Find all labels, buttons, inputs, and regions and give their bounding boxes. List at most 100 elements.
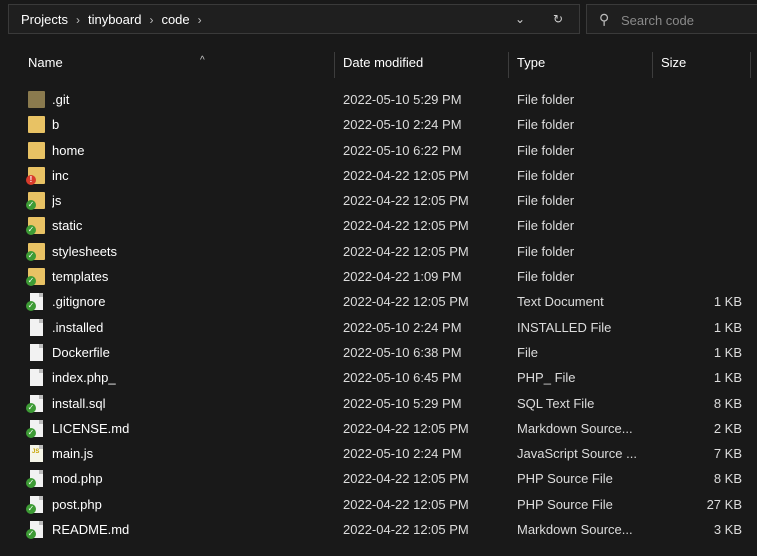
refresh-button[interactable]: ↻	[547, 9, 569, 29]
file-row[interactable]: index.php_ 2022-05-10 6:45 PM PHP_ File 1 K…	[0, 365, 757, 390]
js-file-icon	[30, 445, 43, 463]
file-list: .git 2022-05-10 5:29 PM File folder b 2022-0…	[0, 87, 757, 542]
file-type: File folder	[517, 142, 575, 158]
file-type: File folder	[517, 167, 575, 183]
file-size: 1 KB	[713, 319, 742, 335]
sync-status-icon: ✓	[26, 529, 36, 540]
file-icon	[30, 369, 43, 387]
column-divider[interactable]	[750, 52, 751, 78]
file-row[interactable]: ✓ post.php 2022-04-22 12:05 PM PHP Source F…	[0, 492, 757, 517]
breadcrumb-code[interactable]: code	[161, 12, 189, 27]
file-size: 7 KB	[713, 446, 742, 462]
file-row[interactable]: ✓ templates 2022-04-22 1:09 PM File folder	[0, 264, 757, 289]
column-divider[interactable]	[334, 52, 335, 78]
file-type: PHP Source File	[517, 496, 613, 512]
file-name: README.md	[52, 522, 130, 538]
file-name: Dockerfile	[52, 344, 110, 360]
file-date-modified: 2022-04-22 12:05 PM	[343, 218, 469, 234]
breadcrumb: Projects › tinyboard › code ›	[21, 12, 210, 27]
sync-status-icon: ✓	[26, 402, 36, 413]
file-row[interactable]: main.js 2022-05-10 2:24 PM JavaScript Sour…	[0, 441, 757, 466]
file-name: post.php	[52, 496, 102, 512]
breadcrumb-tinyboard[interactable]: tinyboard	[88, 12, 141, 27]
search-box[interactable]: ⚲	[586, 4, 757, 34]
file-name: js	[52, 193, 62, 209]
refresh-icon: ↻	[552, 12, 564, 26]
file-name: index.php_	[52, 370, 116, 386]
file-date-modified: 2022-05-10 5:29 PM	[343, 92, 462, 107]
search-icon: ⚲	[599, 11, 610, 27]
file-date-modified: 2022-05-10 6:45 PM	[343, 370, 462, 386]
breadcrumb-projects[interactable]: Projects	[21, 12, 68, 27]
file-size: 1 KB	[713, 294, 742, 310]
file-row[interactable]: ✓ .gitignore 2022-04-22 12:05 PM Text Docum…	[0, 289, 757, 314]
file-date-modified: 2022-05-10 2:24 PM	[343, 319, 462, 335]
file-row[interactable]: .git 2022-05-10 5:29 PM File folder	[0, 87, 757, 112]
file-date-modified: 2022-04-22 12:05 PM	[343, 193, 469, 209]
file-type: Markdown Source...	[517, 522, 633, 538]
error-status-icon: !	[26, 174, 36, 185]
chevron-right-icon[interactable]: ›	[198, 13, 202, 27]
file-type: Markdown Source...	[517, 420, 633, 436]
file-row[interactable]: .installed 2022-05-10 2:24 PM INSTALLED Fi…	[0, 315, 757, 340]
file-date-modified: 2022-04-22 12:05 PM	[343, 294, 469, 310]
column-divider[interactable]	[508, 52, 509, 78]
column-name-label: Name	[28, 55, 63, 70]
sync-status-icon: ✓	[26, 250, 36, 261]
file-row[interactable]: ✓ stylesheets 2022-04-22 12:05 PM File fold…	[0, 239, 757, 264]
file-type: PHP Source File	[517, 471, 613, 487]
chevron-down-icon: ⌄	[514, 12, 526, 26]
file-name: main.js	[52, 446, 94, 462]
file-name: .git	[52, 92, 70, 107]
address-bar[interactable]: Projects › tinyboard › code › ⌄ ↻	[8, 4, 580, 34]
column-date-modified[interactable]: Date modified	[343, 44, 503, 82]
file-name: mod.php	[52, 471, 103, 487]
file-name: templates	[52, 269, 109, 285]
file-row[interactable]: Dockerfile 2022-05-10 6:38 PM File 1 KB	[0, 340, 757, 365]
file-row[interactable]: ✓ mod.php 2022-04-22 12:05 PM PHP Source Fi…	[0, 466, 757, 491]
file-name: inc	[52, 167, 69, 183]
toolbar: Projects › tinyboard › code › ⌄ ↻ ⚲	[0, 0, 757, 38]
file-row[interactable]: ✓ static 2022-04-22 12:05 PM File folder	[0, 213, 757, 238]
file-date-modified: 2022-04-22 12:05 PM	[343, 243, 469, 259]
file-row[interactable]: ✓ LICENSE.md 2022-04-22 12:05 PM Markdown S…	[0, 416, 757, 441]
file-name: install.sql	[52, 395, 106, 411]
file-name: home	[52, 142, 85, 158]
file-type: File folder	[517, 243, 575, 259]
file-row[interactable]: b 2022-05-10 2:24 PM File folder	[0, 112, 757, 137]
file-type: Text Document	[517, 294, 604, 310]
file-row[interactable]: ✓ README.md 2022-04-22 12:05 PM Markdown So…	[0, 517, 757, 542]
column-size[interactable]: Size	[661, 44, 741, 82]
column-divider[interactable]	[652, 52, 653, 78]
file-date-modified: 2022-05-10 2:24 PM	[343, 446, 462, 462]
column-name[interactable]: Name ^	[28, 44, 328, 82]
file-row[interactable]: ! inc 2022-04-22 12:05 PM File folder	[0, 163, 757, 188]
file-date-modified: 2022-04-22 12:05 PM	[343, 420, 469, 436]
file-size: 8 KB	[713, 471, 742, 487]
file-name: .gitignore	[52, 294, 106, 310]
file-row[interactable]: ✓ js 2022-04-22 12:05 PM File folder	[0, 188, 757, 213]
search-input[interactable]	[619, 10, 753, 30]
column-header: Name ^ Date modified Type Size	[0, 44, 757, 82]
file-date-modified: 2022-05-10 5:29 PM	[343, 395, 462, 411]
folder-icon	[28, 141, 45, 159]
file-name: LICENSE.md	[52, 420, 130, 436]
file-type: File folder	[517, 269, 575, 285]
chevron-right-icon[interactable]: ›	[149, 13, 153, 27]
file-type: JavaScript Source ...	[517, 446, 637, 462]
address-history-button[interactable]: ⌄	[509, 9, 531, 29]
file-size: 8 KB	[713, 395, 742, 411]
file-date-modified: 2022-04-22 12:05 PM	[343, 522, 469, 538]
file-size: 1 KB	[713, 370, 742, 386]
file-type: File	[517, 344, 538, 360]
file-type: File folder	[517, 92, 575, 107]
file-type: PHP_ File	[517, 370, 576, 386]
file-name: static	[52, 218, 83, 234]
chevron-right-icon[interactable]: ›	[76, 13, 80, 27]
file-size: 2 KB	[713, 420, 742, 436]
file-row[interactable]: ✓ install.sql 2022-05-10 5:29 PM SQL Text F…	[0, 391, 757, 416]
file-row[interactable]: home 2022-05-10 6:22 PM File folder	[0, 138, 757, 163]
file-date-modified: 2022-05-10 6:22 PM	[343, 142, 462, 158]
column-type[interactable]: Type	[517, 44, 647, 82]
file-date-modified: 2022-04-22 12:05 PM	[343, 471, 469, 487]
